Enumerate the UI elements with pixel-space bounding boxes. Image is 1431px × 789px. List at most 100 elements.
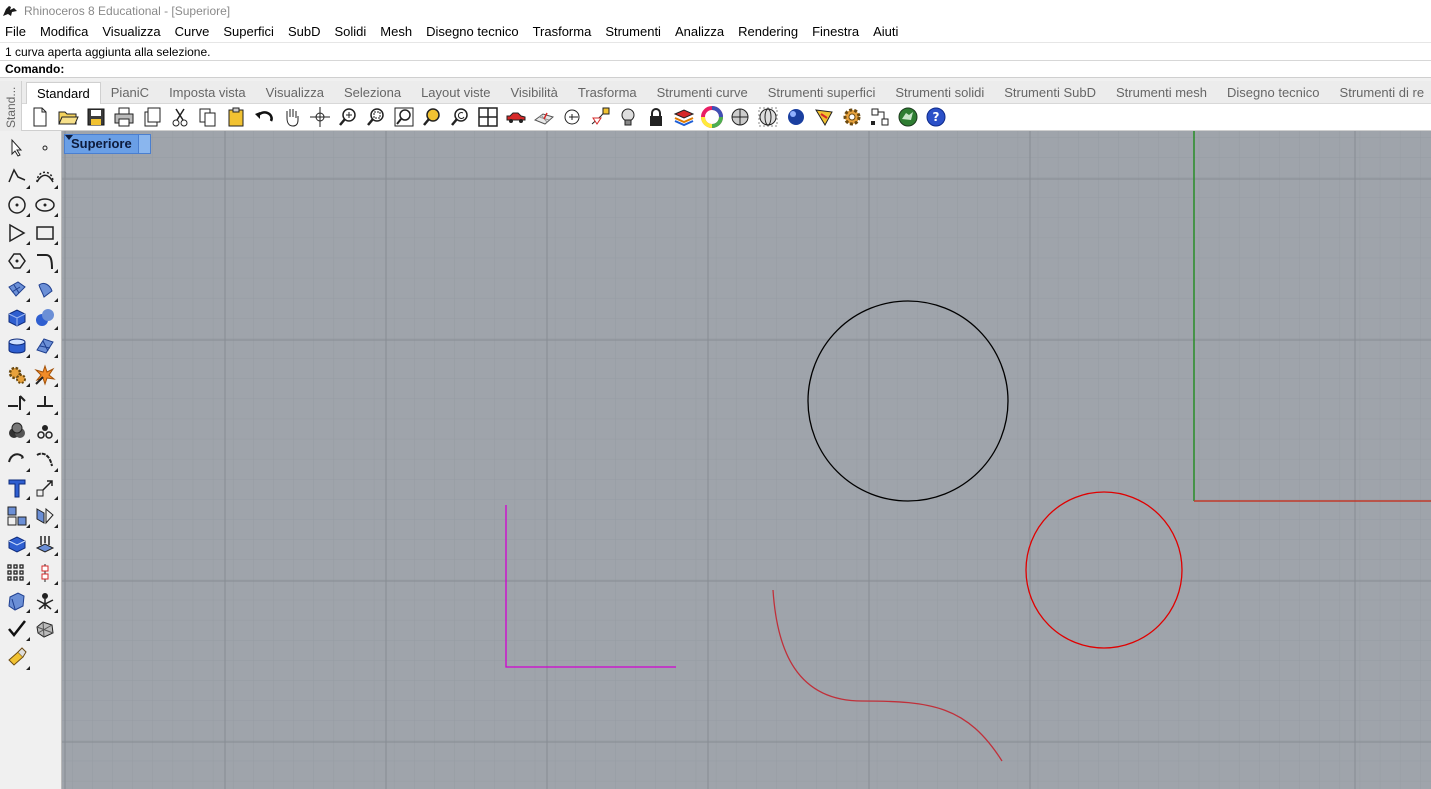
surface-from-points-tool-button[interactable] xyxy=(3,275,31,303)
group-tool-button[interactable] xyxy=(3,502,31,530)
rectangle-tool-button[interactable] xyxy=(31,219,59,247)
settings-button[interactable] xyxy=(838,104,866,130)
menu-modifica[interactable]: Modifica xyxy=(33,21,95,42)
select-tool-button[interactable] xyxy=(3,134,31,162)
tab-trasforma[interactable]: Trasforma xyxy=(568,82,647,104)
polygon-tool-button[interactable] xyxy=(3,219,31,247)
viewport-menu-dropdown[interactable] xyxy=(65,135,150,153)
blend-curve-tool-button[interactable] xyxy=(31,445,59,473)
menu-mesh[interactable]: Mesh xyxy=(373,21,419,42)
tab-strumenti-subd[interactable]: Strumenti SubD xyxy=(994,82,1106,104)
gumball-tool-button[interactable] xyxy=(31,587,59,615)
menu-aiuti[interactable]: Aiuti xyxy=(866,21,905,42)
rendered-sphere-button[interactable] xyxy=(782,104,810,130)
cylinder-tool-button[interactable] xyxy=(3,332,31,360)
menu-rendering[interactable]: Rendering xyxy=(731,21,805,42)
ellipse-tool-button[interactable] xyxy=(31,191,59,219)
tab-strumenti-mesh[interactable]: Strumenti mesh xyxy=(1106,82,1217,104)
mirror-tool-button[interactable] xyxy=(31,502,59,530)
menu-curve[interactable]: Curve xyxy=(168,21,217,42)
tab-disegno-tecnico[interactable]: Disegno tecnico xyxy=(1217,82,1330,104)
paste-button[interactable] xyxy=(222,104,250,130)
cut-button[interactable] xyxy=(166,104,194,130)
viewport-top[interactable]: Superiore xyxy=(62,131,1431,789)
gear-tool-button[interactable] xyxy=(3,360,31,388)
viewport-title-tab[interactable]: Superiore xyxy=(64,134,151,154)
extrude-solid-tool-button[interactable] xyxy=(3,587,31,615)
four-viewports-button[interactable] xyxy=(474,104,502,130)
zoom-extents-button[interactable] xyxy=(390,104,418,130)
text-tool-button[interactable] xyxy=(3,474,31,502)
circle-tool-button[interactable] xyxy=(3,191,31,219)
curve-from-object-button[interactable] xyxy=(586,104,614,130)
construction-plane-button[interactable] xyxy=(530,104,558,130)
new-button[interactable] xyxy=(26,104,54,130)
import-button[interactable] xyxy=(138,104,166,130)
surface-patch-tool-button[interactable] xyxy=(31,332,59,360)
menu-subd[interactable]: SubD xyxy=(281,21,328,42)
tab-standard[interactable]: Standard xyxy=(26,82,101,105)
undo-view-button[interactable] xyxy=(446,104,474,130)
zoom-window-button[interactable] xyxy=(362,104,390,130)
split-tool-button[interactable] xyxy=(31,389,59,417)
lock-button[interactable] xyxy=(642,104,670,130)
rotate-view-button[interactable] xyxy=(306,104,334,130)
tab-strumenti-curve[interactable]: Strumenti curve xyxy=(647,82,758,104)
viewport-name[interactable]: Superiore xyxy=(65,135,138,153)
tab-visibilita[interactable]: Visibilità xyxy=(500,82,567,104)
light-bulb-button[interactable] xyxy=(614,104,642,130)
menu-strumenti[interactable]: Strumenti xyxy=(598,21,668,42)
toolbar-group-grip[interactable]: Stand... xyxy=(0,81,22,131)
command-prompt[interactable]: Comando: xyxy=(0,60,1431,78)
save-button[interactable] xyxy=(82,104,110,130)
print-button[interactable] xyxy=(110,104,138,130)
zoom-button[interactable] xyxy=(334,104,362,130)
block-tool-button[interactable] xyxy=(3,530,31,558)
array-tool-button[interactable] xyxy=(31,530,59,558)
menu-analizza[interactable]: Analizza xyxy=(668,21,731,42)
polyline-tool-button[interactable] xyxy=(3,162,31,190)
point-tool-button[interactable] xyxy=(31,134,59,162)
menu-visualizza[interactable]: Visualizza xyxy=(95,21,167,42)
box-tool-button[interactable] xyxy=(3,304,31,332)
menu-finestra[interactable]: Finestra xyxy=(805,21,866,42)
trim-tool-button[interactable] xyxy=(3,389,31,417)
offset-curve-tool-button[interactable] xyxy=(3,445,31,473)
sphere-tool-button[interactable] xyxy=(31,304,59,332)
pan-button[interactable] xyxy=(278,104,306,130)
extrude-surface-tool-button[interactable] xyxy=(31,275,59,303)
tab-pianic[interactable]: PianiC xyxy=(101,82,159,104)
menu-superfici[interactable]: Superfici xyxy=(216,21,281,42)
layer-button[interactable] xyxy=(670,104,698,130)
mesh-tool-button[interactable] xyxy=(31,615,59,643)
osnap-button[interactable] xyxy=(558,104,586,130)
tab-seleziona[interactable]: Seleziona xyxy=(334,82,411,104)
wireframe-sphere-button[interactable] xyxy=(754,104,782,130)
menu-solidi[interactable]: Solidi xyxy=(327,21,373,42)
car-button[interactable] xyxy=(502,104,530,130)
menu-file[interactable]: File xyxy=(0,21,33,42)
copy-button[interactable] xyxy=(194,104,222,130)
array-grid-tool-button[interactable] xyxy=(3,558,31,586)
color-wheel-button[interactable] xyxy=(698,104,726,130)
rhino-globe-button[interactable] xyxy=(894,104,922,130)
zoom-selected-button[interactable] xyxy=(418,104,446,130)
paint-tool-button[interactable] xyxy=(3,643,31,671)
check-tool-button[interactable] xyxy=(3,615,31,643)
fillet-curve-tool-button[interactable] xyxy=(31,247,59,275)
align-tool-button[interactable] xyxy=(31,558,59,586)
tab-strumenti-superfici[interactable]: Strumenti superfici xyxy=(758,82,886,104)
arc-tool-button[interactable] xyxy=(3,247,31,275)
points-cloud-tool-button[interactable] xyxy=(31,417,59,445)
menu-trasforma[interactable]: Trasforma xyxy=(526,21,599,42)
tab-imposta-vista[interactable]: Imposta vista xyxy=(159,82,256,104)
grid-snap-button[interactable] xyxy=(866,104,894,130)
viewport-canvas[interactable] xyxy=(62,131,1431,789)
undo-button[interactable] xyxy=(250,104,278,130)
menu-disegno-tecnico[interactable]: Disegno tecnico xyxy=(419,21,526,42)
boolean-union-tool-button[interactable] xyxy=(3,417,31,445)
tab-layout-viste[interactable]: Layout viste xyxy=(411,82,500,104)
tab-visualizza[interactable]: Visualizza xyxy=(256,82,334,104)
help-button[interactable]: ? xyxy=(922,104,950,130)
tab-strumenti-solidi[interactable]: Strumenti solidi xyxy=(885,82,994,104)
